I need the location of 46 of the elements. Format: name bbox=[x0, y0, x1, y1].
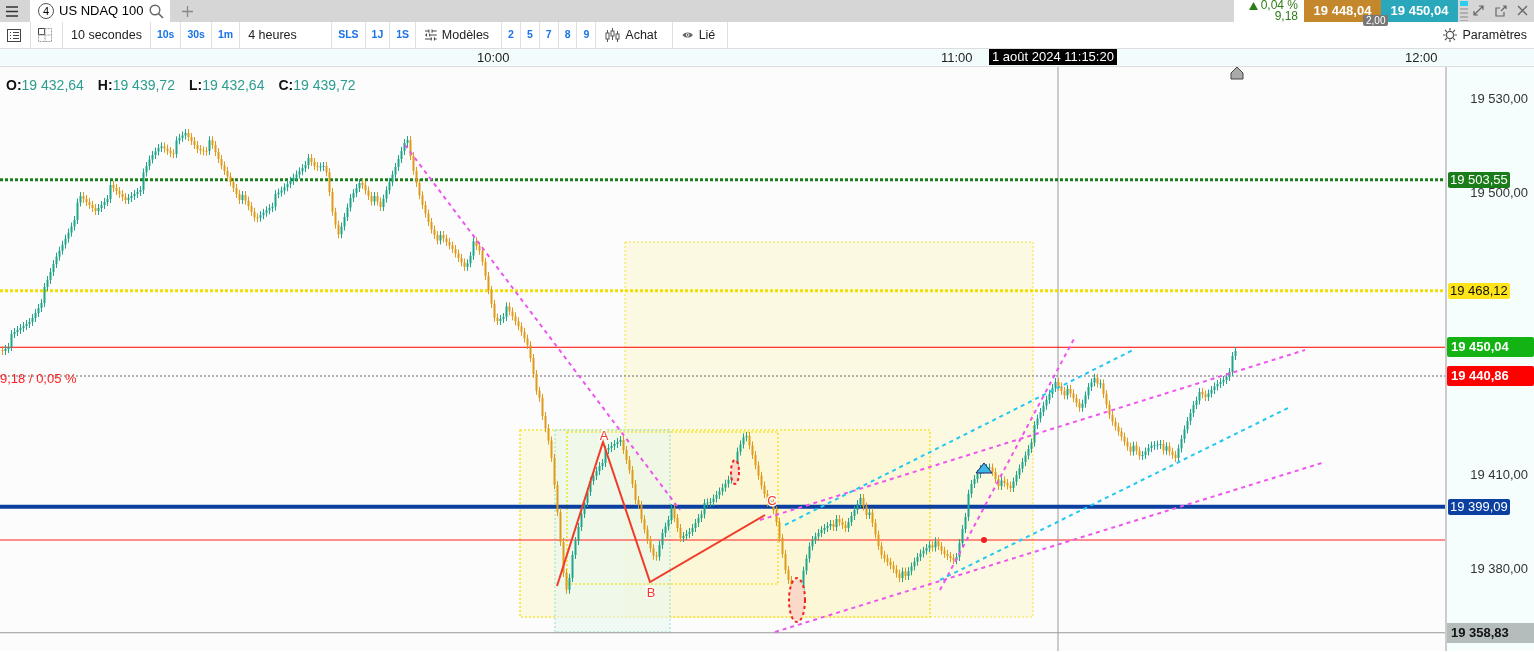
search-icon bbox=[148, 3, 164, 19]
menu-icon bbox=[6, 5, 18, 17]
price-level-label: 19 450,04 bbox=[1447, 337, 1534, 358]
point-marker bbox=[981, 537, 987, 543]
price-change-percent: 0,04 % bbox=[1260, 0, 1298, 12]
price-level-label: 19 358,83 bbox=[1447, 622, 1534, 643]
pattern-point-label: A bbox=[599, 428, 609, 443]
instrument-tab[interactable]: 4 US NDAQ 100 bbox=[30, 0, 170, 22]
ohlc-key: L: bbox=[188, 77, 203, 93]
ellipse-marker bbox=[788, 577, 806, 623]
time-axis-label: 10:00 bbox=[477, 50, 510, 66]
external-window-icon bbox=[1495, 5, 1507, 17]
crosshair-time-label: 1 août 2024 11:15:20 bbox=[989, 49, 1117, 65]
tab-title: US NDAQ 100 bbox=[59, 2, 144, 21]
settings-icon bbox=[1443, 28, 1458, 42]
spread-label: 2,00 bbox=[1363, 15, 1389, 26]
price-axis-label: 19 530,00 bbox=[1470, 90, 1528, 108]
ohlc-key: C: bbox=[278, 77, 294, 93]
ohlc-value: 19 432,64 bbox=[21, 77, 84, 93]
pattern-point-label: B bbox=[646, 585, 656, 600]
time-axis-label: 11:00 bbox=[941, 50, 973, 66]
change-annotation: 9,18 / 0,05 % bbox=[0, 370, 77, 388]
candlestick-icon bbox=[605, 27, 621, 43]
up-triangle-icon bbox=[1248, 1, 1258, 10]
ohlc-key: O: bbox=[6, 77, 22, 93]
grid-layout-icon bbox=[38, 28, 52, 42]
ellipse-marker bbox=[730, 459, 740, 485]
price-level-label: 19 399,09 bbox=[1448, 498, 1510, 515]
price-change-points: 9,18 bbox=[1274, 11, 1298, 22]
close-icon bbox=[1517, 5, 1529, 17]
ohlc-value: 19 439,72 bbox=[112, 77, 175, 93]
price-level-label: 19 468,12 bbox=[1448, 282, 1510, 299]
triangle-marker bbox=[975, 462, 993, 474]
sliders-icon bbox=[425, 28, 437, 42]
plus-icon bbox=[181, 5, 193, 17]
ohlc-value: 19 432,64 bbox=[202, 77, 265, 93]
ohlc-value: 19 439,72 bbox=[293, 77, 356, 93]
ohlc-key: H: bbox=[97, 77, 113, 93]
handle-icon bbox=[1460, 1, 1468, 21]
price-level-label: 19 503,55 bbox=[1448, 171, 1510, 188]
time-axis-label: 12:00 bbox=[1405, 50, 1438, 66]
price-level-label: 19 440,86 bbox=[1447, 366, 1534, 386]
price-axis-label: 19 380,00 bbox=[1470, 559, 1528, 578]
expand-icon bbox=[1473, 5, 1485, 17]
list-icon bbox=[7, 28, 21, 42]
price-axis-label: 19 410,00 bbox=[1470, 465, 1528, 484]
